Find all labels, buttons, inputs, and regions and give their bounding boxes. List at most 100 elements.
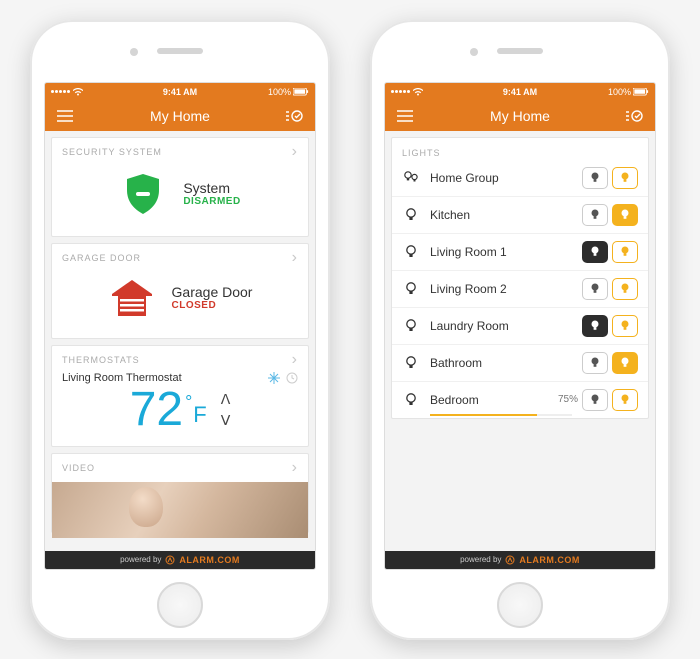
light-row: Living Room 2 — [392, 270, 648, 307]
light-row: Laundry Room — [392, 307, 648, 344]
status-bar: 9:41 AM 100% — [385, 83, 655, 101]
light-row: Home Group — [392, 160, 648, 196]
light-row: Living Room 1 — [392, 233, 648, 270]
menu-icon[interactable] — [55, 106, 75, 126]
home-button[interactable] — [157, 582, 203, 628]
menu-icon[interactable] — [395, 106, 415, 126]
wifi-icon — [73, 88, 83, 96]
schedule-icon — [286, 372, 298, 384]
bulb-icon — [402, 355, 420, 371]
light-off-button[interactable] — [582, 167, 608, 189]
wifi-icon — [413, 88, 423, 96]
phone-right: 9:41 AM 100% My Home LIGHTS Home Group Ki… — [370, 20, 670, 640]
bulb-icon — [402, 244, 420, 260]
chevron-right-icon: › — [292, 460, 298, 476]
light-label: Living Room 2 — [430, 282, 578, 296]
light-on-button[interactable] — [612, 278, 638, 300]
footer-brand: ALARM.COM — [179, 555, 240, 565]
lights-header: LIGHTS — [392, 142, 648, 160]
light-off-button[interactable] — [582, 204, 608, 226]
light-row: Bedroom 75% — [392, 381, 648, 418]
bulb-icon — [402, 207, 420, 223]
light-label: Bedroom — [430, 393, 552, 407]
footer-powered: powered by — [460, 555, 501, 564]
garage-header: GARAGE DOOR — [62, 253, 141, 263]
screen-right: 9:41 AM 100% My Home LIGHTS Home Group Ki… — [384, 82, 656, 570]
status-battery: 100% — [268, 87, 291, 97]
chevron-right-icon: › — [292, 250, 298, 266]
status-bar: 9:41 AM 100% — [45, 83, 315, 101]
thermostat-temp: 72 — [130, 386, 183, 434]
thermostat-header: THERMOSTATS — [62, 355, 140, 365]
lights-card: LIGHTS Home Group Kitchen Living Room 1 Liv… — [391, 137, 649, 419]
battery-icon — [293, 88, 309, 96]
temp-down-button[interactable]: ᐯ — [221, 412, 231, 429]
security-header: SECURITY SYSTEM — [62, 147, 162, 157]
phone-left: 9:41 AM 100% My Home SECURITY SYSTEM › — [30, 20, 330, 640]
bulb-icon — [402, 281, 420, 297]
thermostat-card[interactable]: THERMOSTATS › Living Room Thermostat 72 … — [51, 345, 309, 447]
content-left: SECURITY SYSTEM › System DISARMED G — [45, 131, 315, 551]
light-on-button[interactable] — [612, 204, 638, 226]
light-row: Kitchen — [392, 196, 648, 233]
security-state: DISARMED — [183, 196, 240, 207]
video-header: VIDEO — [62, 463, 95, 473]
footer-powered: powered by — [120, 555, 161, 564]
light-label: Living Room 1 — [430, 245, 578, 259]
light-on-button[interactable] — [612, 167, 638, 189]
garage-card[interactable]: GARAGE DOOR › Garage Door CLOSED — [51, 243, 309, 339]
light-label: Kitchen — [430, 208, 578, 222]
page-title: My Home — [490, 108, 550, 124]
light-off-button[interactable] — [582, 278, 608, 300]
shield-icon — [119, 170, 167, 218]
temp-up-button[interactable]: ᐱ — [221, 391, 231, 408]
page-title: My Home — [150, 108, 210, 124]
battery-icon — [633, 88, 649, 96]
light-off-button[interactable] — [582, 352, 608, 374]
light-label: Home Group — [430, 171, 578, 185]
light-on-button[interactable] — [612, 241, 638, 263]
footer: powered by ALARM.COM — [45, 551, 315, 569]
brand-icon — [165, 555, 175, 565]
scenes-icon[interactable] — [285, 106, 305, 126]
garage-state: CLOSED — [172, 300, 253, 311]
light-on-button[interactable] — [612, 315, 638, 337]
garage-icon — [108, 276, 156, 320]
thermostat-device: Living Room Thermostat — [62, 372, 182, 384]
snowflake-icon — [268, 372, 280, 384]
security-card[interactable]: SECURITY SYSTEM › System DISARMED — [51, 137, 309, 237]
scenes-icon[interactable] — [625, 106, 645, 126]
nav-bar: My Home — [45, 101, 315, 131]
light-level: 75% — [558, 394, 578, 405]
screen-left: 9:41 AM 100% My Home SECURITY SYSTEM › — [44, 82, 316, 570]
light-on-button[interactable] — [612, 352, 638, 374]
status-battery: 100% — [608, 87, 631, 97]
thermostat-unit: F — [193, 402, 206, 428]
status-time: 9:41 AM — [163, 87, 197, 97]
nav-bar: My Home — [385, 101, 655, 131]
light-off-button[interactable] — [582, 389, 608, 411]
garage-label: Garage Door — [172, 284, 253, 300]
light-label: Laundry Room — [430, 319, 578, 333]
bulb-icon — [402, 170, 420, 186]
brand-icon — [505, 555, 515, 565]
footer-brand: ALARM.COM — [519, 555, 580, 565]
footer: powered by ALARM.COM — [385, 551, 655, 569]
chevron-right-icon: › — [292, 144, 298, 160]
chevron-right-icon: › — [292, 352, 298, 368]
light-off-button[interactable] — [582, 315, 608, 337]
bulb-icon — [402, 392, 420, 408]
status-time: 9:41 AM — [503, 87, 537, 97]
light-on-button[interactable] — [612, 389, 638, 411]
video-card[interactable]: VIDEO › — [51, 453, 309, 533]
bulb-icon — [402, 318, 420, 334]
home-button[interactable] — [497, 582, 543, 628]
content-right: LIGHTS Home Group Kitchen Living Room 1 Liv… — [385, 131, 655, 551]
light-label: Bathroom — [430, 356, 578, 370]
light-row: Bathroom — [392, 344, 648, 381]
video-thumbnail — [52, 482, 308, 538]
light-off-button[interactable] — [582, 241, 608, 263]
degree-icon: ° — [185, 392, 192, 413]
dimmer-slider[interactable] — [430, 414, 572, 416]
security-label: System — [183, 180, 240, 196]
